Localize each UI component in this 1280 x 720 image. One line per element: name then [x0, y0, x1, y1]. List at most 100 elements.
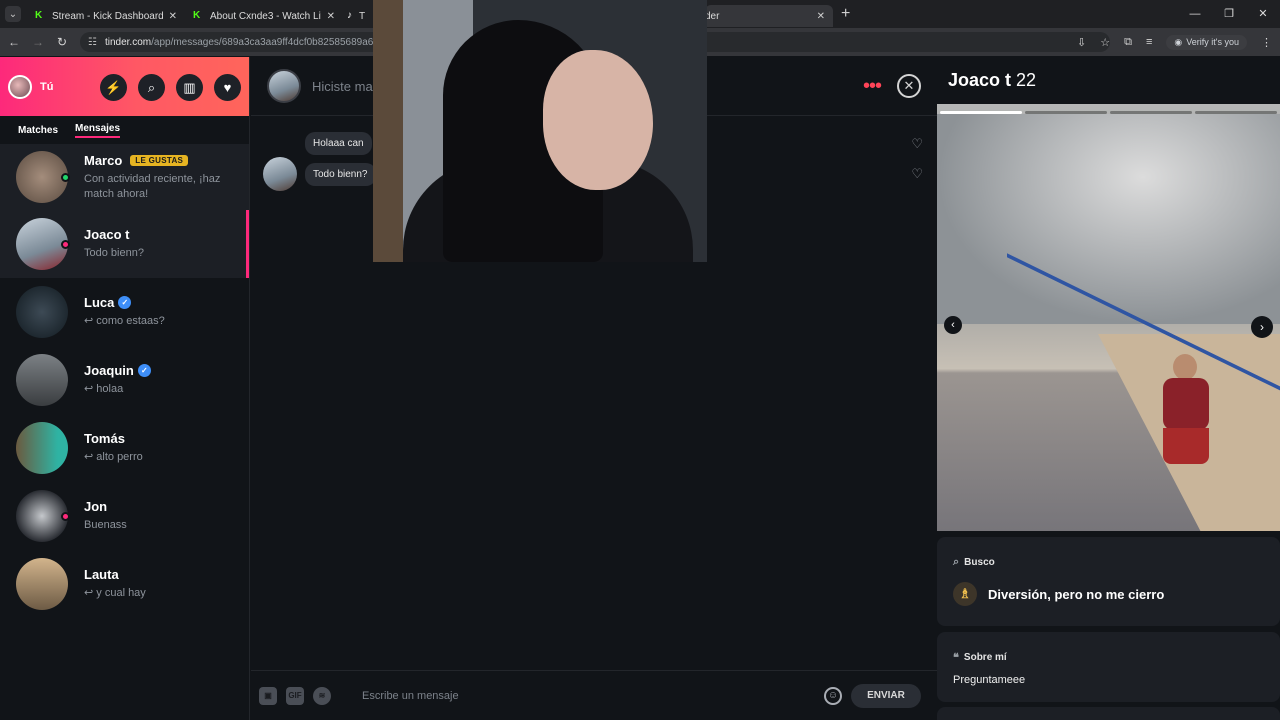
- new-tab-button[interactable]: +: [841, 5, 850, 23]
- about-me-card: ❝ Sobre mí Preguntameee: [937, 632, 1280, 702]
- send-button[interactable]: ENVIAR: [851, 683, 921, 708]
- back-icon[interactable]: ←: [4, 35, 24, 49]
- conversation-item-marco[interactable]: Marco LE GUSTAS Con actividad reciente, ¡…: [0, 144, 249, 210]
- explore-icon[interactable]: ⌕: [138, 74, 165, 101]
- conversation-item-joaco[interactable]: Joaco t Todo bienn?: [0, 210, 249, 278]
- conversation-name: Marco: [84, 152, 123, 168]
- media-icon[interactable]: ≡: [1146, 36, 1152, 48]
- sticker-icon[interactable]: ▣: [259, 686, 277, 705]
- quote-icon: ❝: [953, 652, 959, 664]
- photo-person: [1159, 354, 1215, 464]
- profile-avatar-icon: ◉: [1174, 36, 1183, 47]
- kick-icon: K: [193, 10, 201, 21]
- photo-progress-bar[interactable]: [1025, 111, 1107, 114]
- conversation-name: Jon: [84, 499, 108, 514]
- shield-icon[interactable]: ♥: [214, 74, 241, 101]
- avatar: [16, 558, 68, 610]
- conversation-preview: Con actividad reciente, ¡haz match ahora…: [84, 172, 221, 200]
- profile-photo[interactable]: ‹ ›: [937, 104, 1280, 531]
- url-path: /app/messages/689a3ca3aa9ff4dcf0b8258568…: [151, 36, 396, 48]
- conversation-name: Tomás: [84, 431, 125, 446]
- conversation-preview: ↩ y cual hay: [84, 587, 146, 599]
- conversation-item-luca[interactable]: Luca ✓ ↩ como estaas?: [0, 278, 249, 346]
- sidebar: Tú Matches Mensajes Marco LE GUSTAS Con a…: [0, 57, 250, 720]
- restore-icon[interactable]: ❐: [1212, 0, 1246, 28]
- tab-title: Ti: [359, 10, 365, 22]
- conversation-preview: ↩ alto perro: [84, 451, 143, 463]
- match-header-text: Hiciste ma: [312, 78, 373, 94]
- avatar: [16, 286, 68, 338]
- conversation-item-lauta[interactable]: Lauta ↩ y cual hay: [0, 550, 249, 618]
- tab-matches[interactable]: Matches: [18, 125, 58, 136]
- close-chat-icon[interactable]: ✕: [897, 74, 921, 98]
- profile-name: Joaco t: [948, 70, 1012, 90]
- browser-menu-icon[interactable]: ⋮: [1261, 36, 1272, 49]
- online-indicator: [61, 173, 70, 182]
- window-close-icon[interactable]: ✕: [1246, 0, 1280, 28]
- emoji-icon[interactable]: ☺: [824, 686, 842, 705]
- unread-indicator: [61, 512, 70, 521]
- gif-button[interactable]: GIF: [286, 686, 304, 705]
- site-info-icon[interactable]: ☷: [88, 37, 97, 48]
- photo-sky: [937, 114, 1280, 324]
- avatar: [16, 218, 70, 270]
- browser-tab-kick-about[interactable]: K About Cxnde3 - Watch Live on ✕: [185, 5, 343, 27]
- more-options-icon[interactable]: •••: [863, 75, 882, 98]
- bookmark-star-icon[interactable]: ☆: [1100, 36, 1110, 49]
- looking-for-card: ⌕ Busco ♗ Diversión, pero no me cierro: [937, 537, 1280, 626]
- tab-title: der: [705, 10, 720, 22]
- champagne-icon: ♗: [953, 582, 977, 606]
- verified-icon: ✓: [137, 364, 151, 377]
- profile-chip[interactable]: ◉ Verify it's you: [1166, 34, 1247, 50]
- close-tab-icon[interactable]: ✕: [327, 11, 335, 22]
- conversation-preview: ↩ como estaas?: [84, 315, 165, 327]
- conversation-name: Joaco t: [84, 227, 130, 242]
- my-avatar[interactable]: [8, 74, 32, 99]
- browser-tab-tinder[interactable]: der ✕: [705, 5, 833, 27]
- gift-icon[interactable]: ▥: [176, 74, 203, 101]
- close-tab-icon[interactable]: ✕: [169, 11, 177, 22]
- conversation-item-tomas[interactable]: Tomás ↩ alto perro: [0, 414, 249, 482]
- conversation-preview: Todo bienn?: [84, 247, 144, 259]
- looking-for-label: Busco: [964, 557, 995, 568]
- install-app-icon[interactable]: ⇩: [1077, 36, 1086, 49]
- photo-progress-bar[interactable]: [940, 111, 1022, 114]
- conversation-preview: Buenass: [84, 519, 127, 531]
- message-input[interactable]: Escribe un mensaje: [362, 690, 824, 702]
- spotify-icon[interactable]: ≋: [313, 686, 331, 705]
- photo-progress-bar[interactable]: [1110, 111, 1192, 114]
- unread-indicator: [61, 240, 70, 249]
- conversation-item-joaquin[interactable]: Joaquin ✓ ↩ holaa: [0, 346, 249, 414]
- sidebar-tabs: Matches Mensajes: [0, 116, 249, 144]
- profile-header: Joaco t 22: [937, 57, 1280, 104]
- verified-icon: ✓: [118, 296, 132, 309]
- likes-you-badge: LE GUSTAS: [130, 154, 189, 166]
- webcam-overlay: [373, 0, 707, 262]
- close-tab-icon[interactable]: ✕: [817, 11, 825, 22]
- conversation-name: Luca: [84, 295, 115, 310]
- next-photo-icon[interactable]: ›: [1251, 316, 1273, 338]
- extensions-icon[interactable]: ⧉: [1124, 36, 1132, 49]
- conversation-name: Joaquin: [84, 363, 134, 378]
- photo-progress-bar[interactable]: [1195, 111, 1277, 114]
- conversation-name: Lauta: [84, 567, 119, 582]
- like-message-icon[interactable]: ♡: [911, 136, 923, 152]
- my-profile-label[interactable]: Tú: [40, 81, 53, 93]
- reload-icon[interactable]: ↻: [52, 35, 72, 49]
- like-message-icon[interactable]: ♡: [911, 166, 923, 182]
- conversation-item-jon[interactable]: Jon Buenass: [0, 482, 249, 550]
- forward-icon[interactable]: →: [28, 35, 48, 49]
- match-avatar[interactable]: [267, 69, 301, 103]
- previous-photo-icon[interactable]: ‹: [944, 316, 962, 334]
- minimize-icon[interactable]: —: [1178, 0, 1212, 28]
- boost-icon[interactable]: ⚡: [100, 74, 127, 101]
- message-composer: ▣ GIF ≋ Escribe un mensaje ☺ ENVIAR: [251, 670, 937, 720]
- tab-search-icon[interactable]: ⌄: [5, 6, 21, 22]
- avatar: [16, 490, 70, 542]
- tab-messages[interactable]: Mensajes: [75, 123, 121, 138]
- tiktok-icon: ♪: [347, 10, 352, 21]
- browser-tab-kick-dashboard[interactable]: K Stream - Kick Dashboard ✕: [27, 5, 185, 27]
- message-bubble: Todo bienn?: [305, 162, 376, 186]
- conversation-preview: ↩ holaa: [84, 383, 124, 395]
- browser-tab-tiktok[interactable]: ♪ Ti: [343, 5, 369, 27]
